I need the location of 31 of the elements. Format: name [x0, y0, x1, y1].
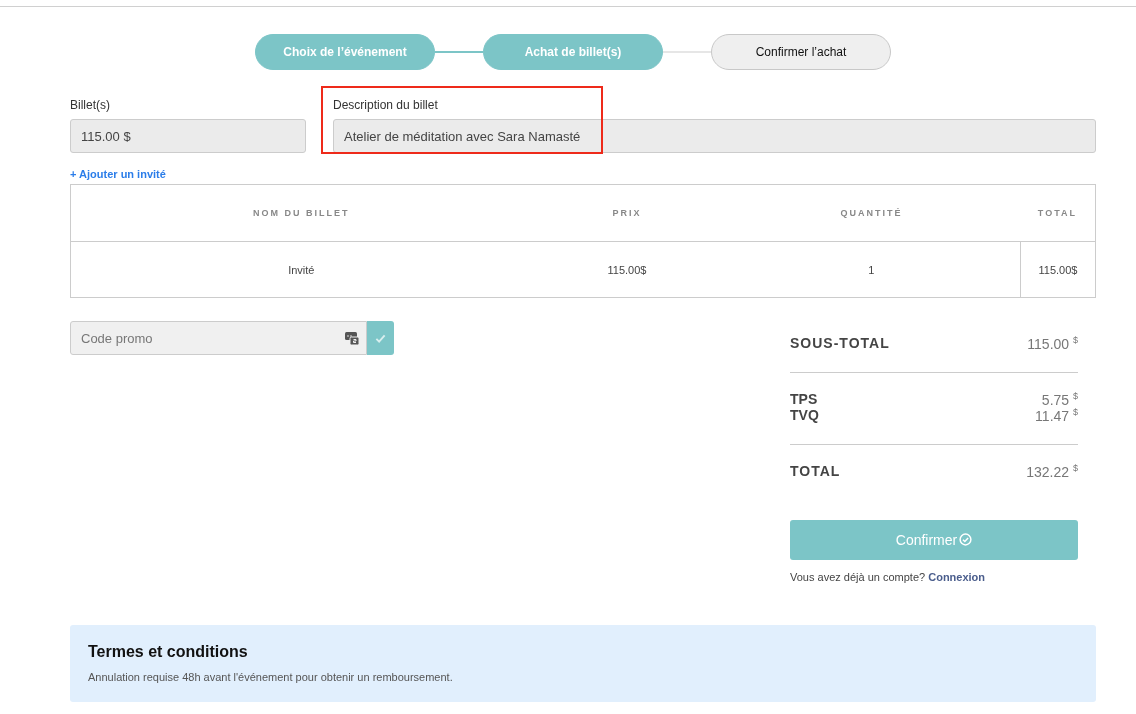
field-label: Billet(s) [70, 98, 111, 112]
table-cell: Invité [70, 241, 532, 298]
apply-promo-button[interactable] [367, 321, 394, 355]
summary-label: TVQ [790, 407, 819, 424]
login-link[interactable]: Connexion [928, 570, 986, 583]
summary-label: SOUS-TOTAL [790, 335, 890, 351]
column-header: NOM DU BILLET [70, 184, 532, 242]
summary-label: TPS [790, 390, 818, 407]
terms-text: Annulation requise 48h avant l'événement pour obtenir un remboursement. [88, 670, 454, 683]
check-circle-icon [959, 533, 973, 547]
table-cell: 115.00$ [531, 241, 723, 298]
description-field[interactable]: Atelier de méditation avec Sara Namasté [333, 119, 1096, 153]
terms-title: Termes et conditions [88, 642, 249, 661]
table-cell: 1 [722, 241, 1021, 298]
ticket-price-field[interactable]: 115.00 $ [70, 119, 306, 153]
table-cell: 115.00$ [1020, 241, 1096, 298]
summary-amount: 11.47 $^{$}$ [1035, 407, 1078, 424]
add-guest-link[interactable]: + Ajouter un invité [70, 168, 166, 180]
summary-amount: 115.00 $^{$}$ [1027, 335, 1078, 352]
column-header: TOTAL [1020, 184, 1096, 242]
checkmark-icon [375, 332, 386, 344]
ticket-icon [345, 331, 359, 345]
summary-amount: 5.75 $^{$}$ [1041, 390, 1078, 408]
promo-code-field[interactable]: Code promo [70, 321, 367, 355]
column-header: PRIX [531, 184, 723, 242]
field-label: Description du billet [333, 98, 439, 112]
summary-label: TOTAL [790, 462, 841, 479]
summary-amount: 132.22 $^{$}$ [1026, 462, 1078, 480]
column-header: QUANTITÉ [722, 184, 1021, 242]
account-prompt: Vous avez déjà un compte? Connexion [790, 570, 987, 583]
step-pill[interactable]: Confirmer l’achat [711, 34, 891, 70]
